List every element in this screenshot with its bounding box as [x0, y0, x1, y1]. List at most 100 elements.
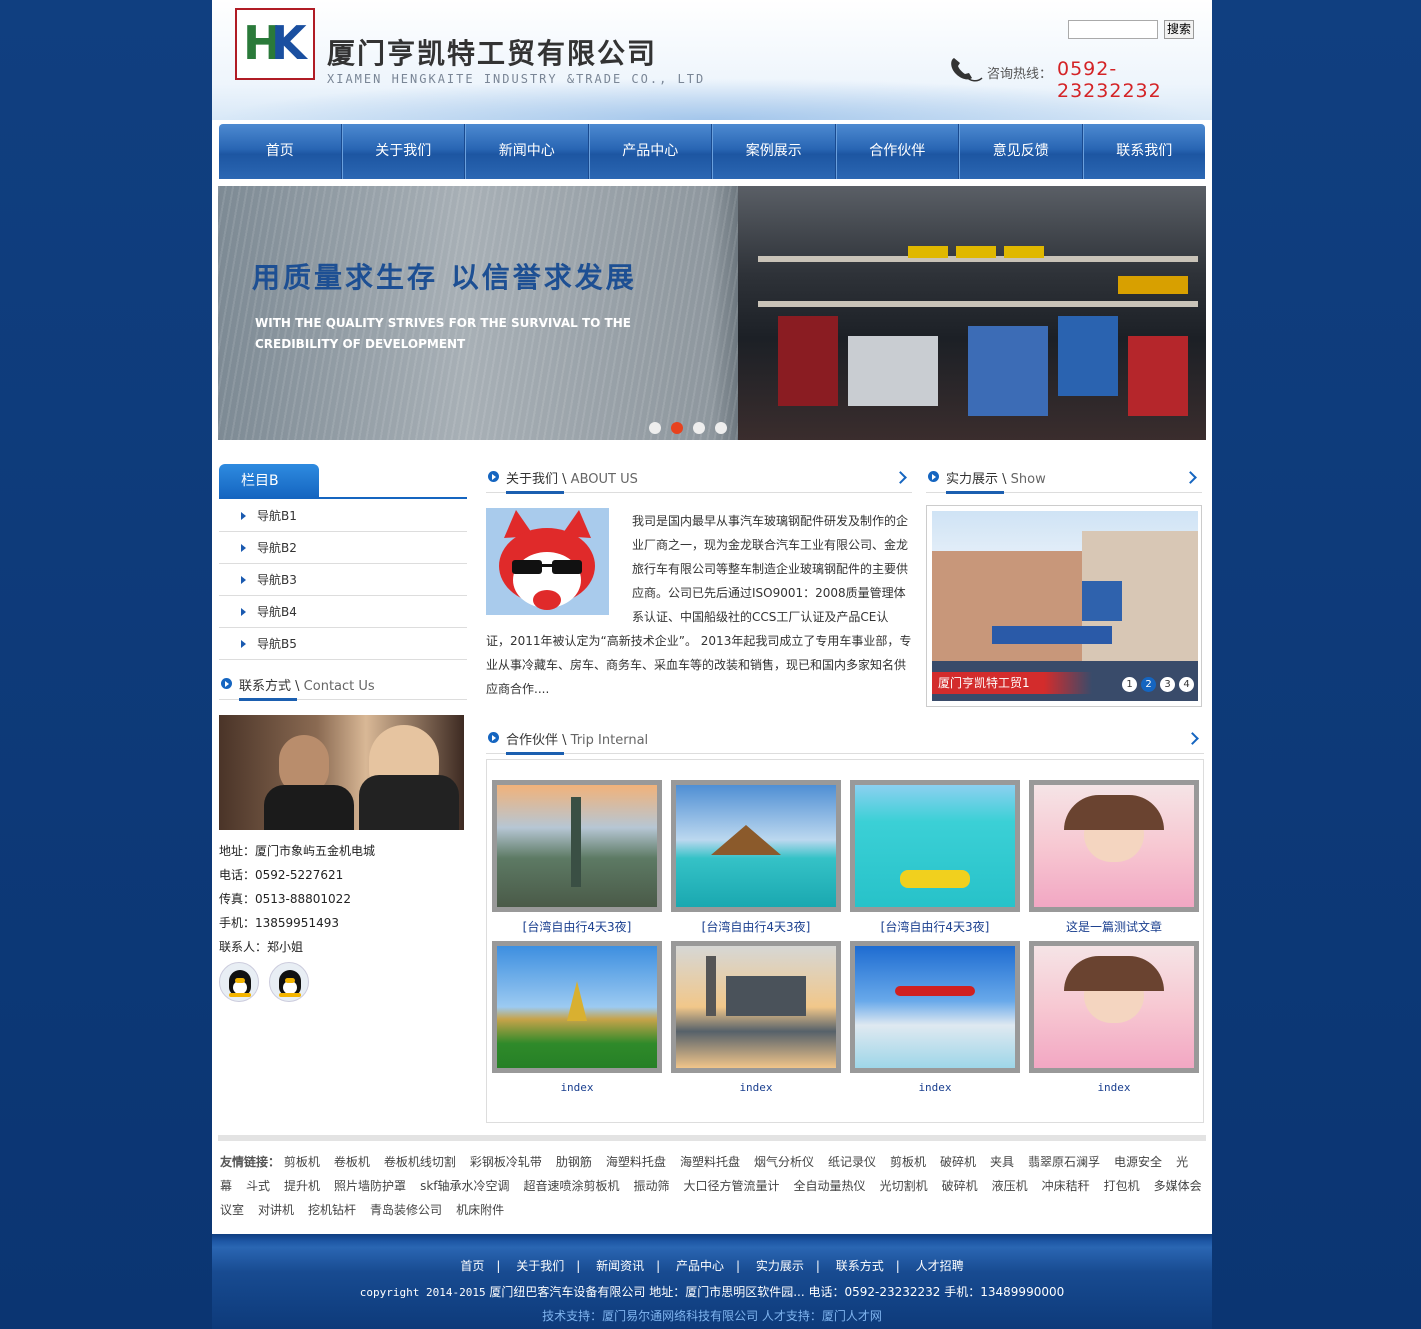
- show-page-2[interactable]: 2: [1141, 677, 1156, 692]
- contact-title: 联系方式: [239, 679, 292, 694]
- friend-link[interactable]: 对讲机: [258, 1203, 294, 1217]
- friend-link[interactable]: 液压机: [992, 1179, 1028, 1193]
- footer-link-show[interactable]: 实力展示: [756, 1259, 804, 1273]
- footer-tech-support[interactable]: 技术支持：厦门易尔通网络科技有限公司 人才支持：厦门人才网: [212, 1307, 1212, 1324]
- sidebar-item-label: 导航B4: [257, 605, 297, 619]
- friend-link[interactable]: 照片墙防护罩: [334, 1179, 406, 1193]
- nav-item-feedback[interactable]: 意见反馈: [959, 124, 1083, 179]
- footer-link-contact[interactable]: 联系方式: [836, 1259, 884, 1273]
- qq-icon[interactable]: [219, 962, 259, 1002]
- friend-link[interactable]: 打包机: [1104, 1179, 1140, 1193]
- friend-link[interactable]: 夹具: [990, 1155, 1014, 1169]
- friend-link[interactable]: 全自动量热仪: [794, 1179, 866, 1193]
- partner-card[interactable]: [492, 941, 662, 1073]
- partner-caption[interactable]: [台湾自由行4天3夜]: [850, 918, 1020, 935]
- nav-item-home[interactable]: 首页: [219, 124, 342, 179]
- sidebar-item-b1[interactable]: 导航B1: [219, 500, 467, 532]
- banner-dot-4[interactable]: [715, 422, 727, 434]
- nav-item-cases[interactable]: 案例展示: [712, 124, 836, 179]
- bullet-icon: [241, 544, 246, 552]
- friend-link[interactable]: 超音速喷涂剪板机: [524, 1179, 620, 1193]
- show-caption: 厦门亨凯特工贸1: [932, 672, 1092, 694]
- logo-letter-k: K: [271, 16, 307, 70]
- sidebar-item-b5[interactable]: 导航B5: [219, 628, 467, 660]
- friend-link[interactable]: 翡翠原石澜孚: [1028, 1155, 1100, 1169]
- friend-link[interactable]: 大口径方管流量计: [684, 1179, 780, 1193]
- friend-link[interactable]: 振动筛: [634, 1179, 670, 1193]
- friend-link[interactable]: 光切割机: [880, 1179, 928, 1193]
- nav-item-contact[interactable]: 联系我们: [1082, 124, 1206, 179]
- sidebar-tab[interactable]: 栏目B: [219, 464, 319, 498]
- friend-link[interactable]: 机床附件: [456, 1203, 504, 1217]
- partner-card[interactable]: [671, 780, 841, 912]
- partner-card[interactable]: [850, 780, 1020, 912]
- friend-link[interactable]: 破碎机: [942, 1179, 978, 1193]
- partner-caption[interactable]: [台湾自由行4天3夜]: [671, 918, 841, 935]
- friend-link[interactable]: 斗式: [246, 1179, 270, 1193]
- partner-card[interactable]: [492, 780, 662, 912]
- more-chevron-icon[interactable]: [896, 471, 906, 483]
- friend-link[interactable]: 烟气分析仪: [754, 1155, 814, 1169]
- footer-link-products[interactable]: 产品中心: [676, 1259, 724, 1273]
- sidebar-item-b3[interactable]: 导航B3: [219, 564, 467, 596]
- friend-link[interactable]: 冲床秸秆: [1042, 1179, 1090, 1193]
- footer-link-jobs[interactable]: 人才招聘: [916, 1259, 964, 1273]
- banner-dot-3[interactable]: [693, 422, 705, 434]
- more-chevron-icon[interactable]: [1188, 732, 1198, 744]
- sidebar-item-b4[interactable]: 导航B4: [219, 596, 467, 628]
- footer-link-about[interactable]: 关于我们: [516, 1259, 564, 1273]
- partner-caption[interactable]: index: [850, 1081, 1020, 1094]
- more-chevron-icon[interactable]: [1186, 471, 1196, 483]
- search-input[interactable]: [1068, 20, 1158, 39]
- sidebar-item-b2[interactable]: 导航B2: [219, 532, 467, 564]
- nav-item-partners[interactable]: 合作伙伴: [835, 124, 959, 179]
- friend-link[interactable]: 提升机: [284, 1179, 320, 1193]
- friend-link[interactable]: 卷板机线切割: [384, 1155, 456, 1169]
- nav-item-products[interactable]: 产品中心: [588, 124, 712, 179]
- company-logo[interactable]: H K: [235, 8, 315, 80]
- partner-card[interactable]: [850, 941, 1020, 1073]
- friend-link[interactable]: 剪板机: [284, 1155, 320, 1169]
- friend-link[interactable]: 电源安全: [1114, 1155, 1162, 1169]
- show-page-4[interactable]: 4: [1179, 677, 1194, 692]
- friend-link[interactable]: 彩钢板冷轧带: [470, 1155, 542, 1169]
- friend-link[interactable]: 青岛装修公司: [370, 1203, 442, 1217]
- section-arrow-icon: [928, 471, 939, 482]
- friend-link[interactable]: 卷板机: [334, 1155, 370, 1169]
- friend-link[interactable]: 肋钢筋: [556, 1155, 592, 1169]
- qq-icon[interactable]: [269, 962, 309, 1002]
- bullet-icon: [241, 512, 246, 520]
- partner-caption[interactable]: 这是一篇测试文章: [1029, 918, 1199, 935]
- friend-link[interactable]: 挖机钻杆: [308, 1203, 356, 1217]
- nav-item-news[interactable]: 新闻中心: [465, 124, 589, 179]
- friend-link[interactable]: 剪板机: [890, 1155, 926, 1169]
- show-page-1[interactable]: 1: [1122, 677, 1137, 692]
- contact-address: 地址：厦门市象屿五金机电城: [219, 844, 376, 858]
- friend-link[interactable]: 海塑料托盘: [680, 1155, 740, 1169]
- footer-link-home[interactable]: 首页: [460, 1259, 484, 1273]
- partner-card[interactable]: [1029, 941, 1199, 1073]
- partner-caption[interactable]: index: [1029, 1081, 1199, 1094]
- banner-dot-2[interactable]: [671, 422, 683, 434]
- contact-fax: 传真：0513-88801022: [219, 892, 351, 906]
- partner-caption[interactable]: [台湾自由行4天3夜]: [492, 918, 662, 935]
- friend-link[interactable]: skf轴承水冷空调: [420, 1179, 509, 1193]
- friend-link[interactable]: 破碎机: [940, 1155, 976, 1169]
- main-nav: 首页 关于我们 新闻中心 产品中心 案例展示 合作伙伴 意见反馈 联系我们: [219, 124, 1205, 179]
- search-button[interactable]: 搜索: [1164, 20, 1194, 39]
- show-slider[interactable]: 厦门亨凯特工贸1 1 2 3 4: [926, 505, 1202, 707]
- show-page-3[interactable]: 3: [1160, 677, 1175, 692]
- banner-dot-1[interactable]: [649, 422, 661, 434]
- friend-link[interactable]: 纸记录仪: [828, 1155, 876, 1169]
- partner-caption[interactable]: index: [492, 1081, 662, 1094]
- footer-company-line: 厦门纽巴客汽车设备有限公司 地址：厦门市思明区软件园... 电话：0592-23…: [489, 1285, 1065, 1299]
- hero-banner[interactable]: 用质量求生存 以信誉求发展 WITH THE QUALITY STRIVES F…: [218, 186, 1206, 440]
- partner-card[interactable]: [671, 941, 841, 1073]
- partners-title: 合作伙伴: [506, 733, 559, 748]
- partner-card[interactable]: [1029, 780, 1199, 912]
- partner-caption[interactable]: index: [671, 1081, 841, 1094]
- friend-link[interactable]: 海塑料托盘: [606, 1155, 666, 1169]
- contact-section-header: 联系方式 \ Contact Us: [219, 670, 467, 701]
- footer-link-news[interactable]: 新闻资讯: [596, 1259, 644, 1273]
- nav-item-about[interactable]: 关于我们: [341, 124, 465, 179]
